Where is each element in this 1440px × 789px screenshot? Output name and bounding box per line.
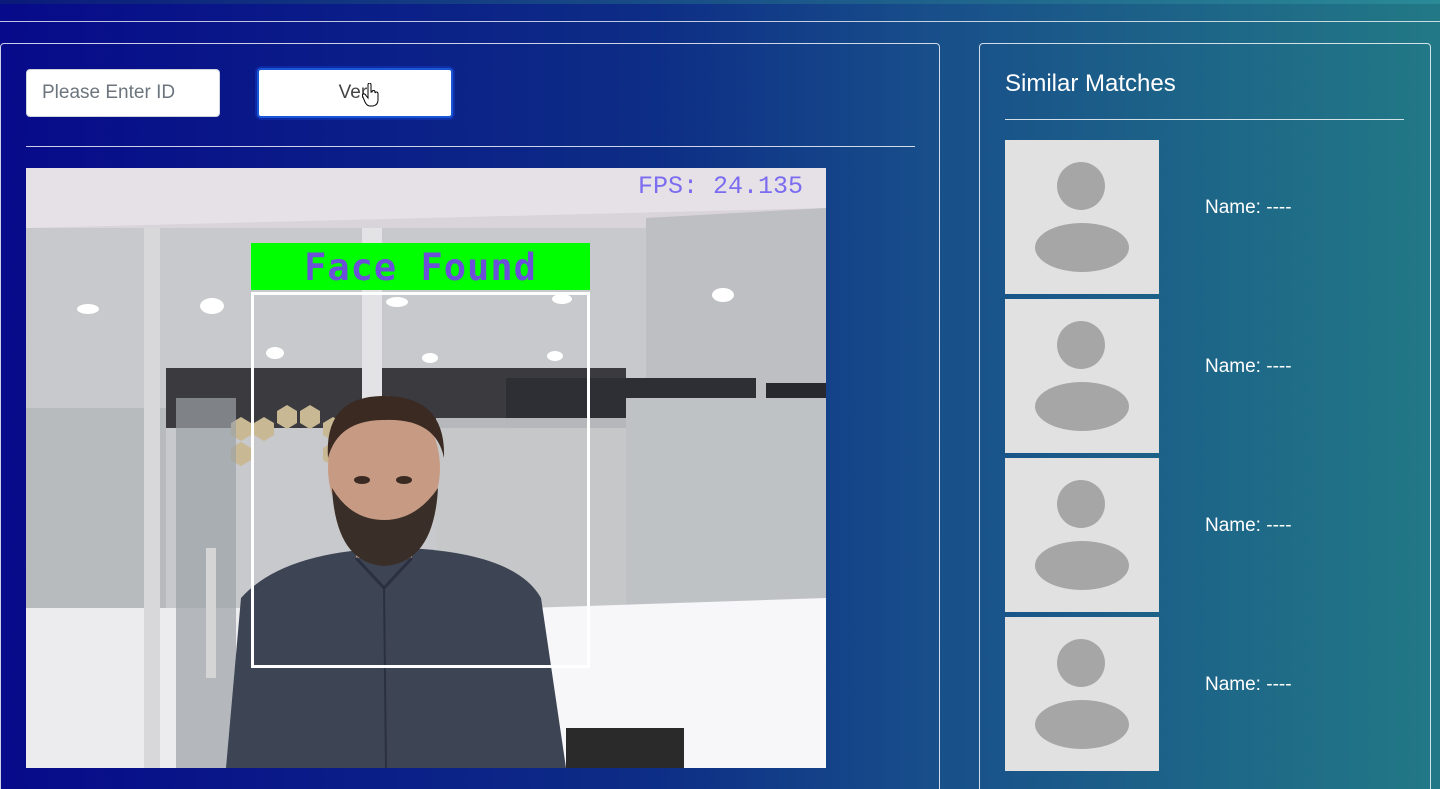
verify-button[interactable]: Veri — [257, 68, 453, 118]
camera-feed: FPS: 24.135 Face Found — [26, 168, 826, 768]
face-detection-box — [251, 292, 590, 668]
face-found-label: Face Found — [304, 246, 537, 289]
matches-divider — [1005, 119, 1404, 120]
match-item[interactable]: Name: ---- — [1005, 458, 1405, 612]
fps-readout: FPS: 24.135 — [638, 172, 804, 201]
match-name: Name: ---- — [1205, 674, 1292, 695]
top-accent-bar — [0, 0, 1440, 4]
hand-cursor-icon — [361, 82, 380, 112]
id-input[interactable] — [26, 69, 220, 117]
match-item[interactable]: Name: ---- — [1005, 140, 1405, 294]
top-divider — [0, 21, 1440, 22]
match-item[interactable]: Name: ---- — [1005, 299, 1405, 453]
user-placeholder-icon — [1005, 458, 1159, 612]
match-item[interactable]: Name: ---- — [1005, 617, 1405, 771]
matches-title: Similar Matches — [1005, 70, 1176, 97]
match-name: Name: ---- — [1205, 515, 1292, 536]
user-placeholder-icon — [1005, 140, 1159, 294]
user-placeholder-icon — [1005, 617, 1159, 771]
form-divider — [26, 146, 915, 147]
match-name: Name: ---- — [1205, 356, 1292, 377]
user-placeholder-icon — [1005, 299, 1159, 453]
match-name: Name: ---- — [1205, 197, 1292, 218]
